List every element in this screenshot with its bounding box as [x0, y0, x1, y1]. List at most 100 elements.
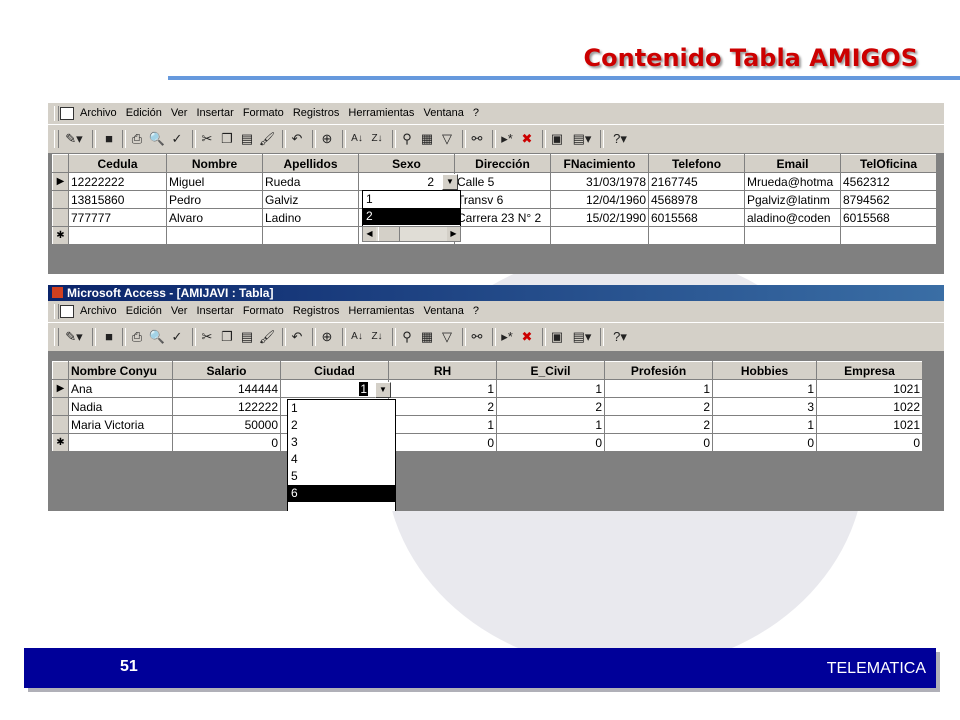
- table-cell[interactable]: [840, 226, 937, 245]
- dropdown-option[interactable]: 2: [363, 208, 460, 225]
- database-window-icon[interactable]: ▣: [548, 329, 566, 345]
- new-object-icon[interactable]: ▤▾: [568, 329, 596, 345]
- table-cell[interactable]: aladino@coden: [744, 208, 841, 227]
- table-cell[interactable]: Miguel: [166, 172, 263, 191]
- sort-descending-icon[interactable]: Z↓: [368, 329, 386, 345]
- dropdown-horizontal-scrollbar[interactable]: ◀ ▶: [362, 226, 461, 242]
- column-header[interactable]: Apellidos: [262, 154, 359, 173]
- table-cell[interactable]: [454, 226, 551, 245]
- filter-selection-icon[interactable]: ⚲: [398, 131, 416, 147]
- column-header[interactable]: Nombre: [166, 154, 263, 173]
- table-cell[interactable]: 0: [604, 433, 713, 452]
- print-preview-icon[interactable]: 🔍: [148, 131, 166, 147]
- print-icon[interactable]: ⎙: [128, 131, 146, 147]
- table-cell[interactable]: 2: [496, 397, 605, 416]
- new-record-asterisk-icon[interactable]: ✱: [52, 433, 69, 452]
- ciudad-selected-value[interactable]: 1: [359, 381, 368, 396]
- table-cell[interactable]: 12222222: [68, 172, 167, 191]
- table-cell[interactable]: Ladino: [262, 208, 359, 227]
- scroll-thumb[interactable]: [378, 227, 400, 241]
- access-app-icon[interactable]: [52, 287, 63, 298]
- table-cell[interactable]: 0: [712, 433, 817, 452]
- dropdown-option[interactable]: 1: [363, 191, 460, 208]
- dropdown-option[interactable]: 2: [288, 417, 395, 434]
- menu-archivo[interactable]: Archivo: [80, 305, 117, 317]
- column-header[interactable]: Hobbies: [712, 361, 817, 380]
- table-cell[interactable]: Rueda: [262, 172, 359, 191]
- dropdown-option[interactable]: 1: [288, 400, 395, 417]
- column-header[interactable]: Profesión: [604, 361, 713, 380]
- table-cell[interactable]: 1: [604, 379, 713, 398]
- table-cell[interactable]: 6015568: [648, 208, 745, 227]
- table-cell[interactable]: [68, 433, 173, 452]
- menu-insertar[interactable]: Insertar: [196, 305, 233, 317]
- spelling-icon[interactable]: ✓: [168, 131, 186, 147]
- table-cell[interactable]: 1: [280, 379, 389, 398]
- hyperlink-icon[interactable]: ⊕: [318, 329, 336, 345]
- table-cell[interactable]: Mrueda@hotma: [744, 172, 841, 191]
- cut-icon[interactable]: ✂: [198, 329, 216, 345]
- menu-insertar[interactable]: Insertar: [196, 107, 233, 119]
- table-cell[interactable]: [166, 226, 263, 245]
- table-cell[interactable]: 1: [496, 415, 605, 434]
- scroll-right-icon[interactable]: ▶: [447, 227, 460, 241]
- apply-filter-icon[interactable]: ▽: [438, 329, 456, 345]
- menu-formato[interactable]: Formato: [243, 107, 284, 119]
- table-window-icon[interactable]: [60, 305, 74, 318]
- table-cell[interactable]: 777777: [68, 208, 167, 227]
- table-cell[interactable]: 50000: [172, 415, 281, 434]
- table-cell[interactable]: Transv 6: [454, 190, 551, 209]
- table-cell[interactable]: Galviz: [262, 190, 359, 209]
- table-cell[interactable]: 0: [496, 433, 605, 452]
- column-header[interactable]: FNacimiento: [550, 154, 649, 173]
- record-selector[interactable]: [52, 397, 69, 416]
- copy-icon[interactable]: ❐: [218, 329, 236, 345]
- table-cell[interactable]: Ana: [68, 379, 173, 398]
- column-header[interactable]: TelOficina: [840, 154, 937, 173]
- column-header[interactable]: Ciudad: [280, 361, 389, 380]
- column-header[interactable]: Nombre Conyu: [68, 361, 173, 380]
- scroll-left-icon[interactable]: ◀: [363, 227, 376, 241]
- menu-ventana[interactable]: Ventana: [423, 107, 463, 119]
- table-cell[interactable]: 2: [388, 397, 497, 416]
- print-icon[interactable]: ⎙: [128, 329, 146, 345]
- column-header[interactable]: Empresa: [816, 361, 923, 380]
- column-header[interactable]: RH: [388, 361, 497, 380]
- column-header[interactable]: Dirección: [454, 154, 551, 173]
- delete-record-icon[interactable]: ✖: [518, 131, 536, 147]
- menu-registros[interactable]: Registros: [293, 107, 339, 119]
- table-cell[interactable]: [550, 226, 649, 245]
- column-header[interactable]: Sexo: [358, 154, 455, 173]
- table-cell[interactable]: Nadia: [68, 397, 173, 416]
- menu-herramientas[interactable]: Herramientas: [348, 305, 414, 317]
- menu-help[interactable]: ?: [473, 107, 479, 119]
- table-window-icon[interactable]: [60, 107, 74, 120]
- table-cell[interactable]: 6015568: [840, 208, 937, 227]
- filter-selection-icon[interactable]: ⚲: [398, 329, 416, 345]
- apply-filter-icon[interactable]: ▽: [438, 131, 456, 147]
- undo-icon[interactable]: ↶: [288, 131, 306, 147]
- copy-icon[interactable]: ❐: [218, 131, 236, 147]
- table-cell[interactable]: 0: [388, 433, 497, 452]
- database-window-icon[interactable]: ▣: [548, 131, 566, 147]
- menu-archivo[interactable]: Archivo: [80, 107, 117, 119]
- table-cell[interactable]: 122222: [172, 397, 281, 416]
- table-cell[interactable]: 13815860: [68, 190, 167, 209]
- filter-form-icon[interactable]: ▦: [418, 329, 436, 345]
- current-record-arrow-icon[interactable]: ▶: [52, 172, 69, 191]
- find-icon[interactable]: ⚯: [468, 329, 486, 345]
- sort-descending-icon[interactable]: Z↓: [368, 131, 386, 147]
- menubar-grip[interactable]: [54, 106, 59, 121]
- spelling-icon[interactable]: ✓: [168, 329, 186, 345]
- table-cell[interactable]: [648, 226, 745, 245]
- new-object-icon[interactable]: ▤▾: [568, 131, 596, 147]
- print-preview-icon[interactable]: 🔍: [148, 329, 166, 345]
- table-cell[interactable]: 1: [496, 379, 605, 398]
- sort-ascending-icon[interactable]: A↓: [348, 131, 366, 147]
- new-record-icon[interactable]: ▸*: [498, 329, 516, 345]
- menu-ver[interactable]: Ver: [171, 107, 188, 119]
- record-selector[interactable]: [52, 208, 69, 227]
- table-cell[interactable]: [68, 226, 167, 245]
- save-icon[interactable]: ■: [100, 329, 118, 345]
- table-cell[interactable]: 4568978: [648, 190, 745, 209]
